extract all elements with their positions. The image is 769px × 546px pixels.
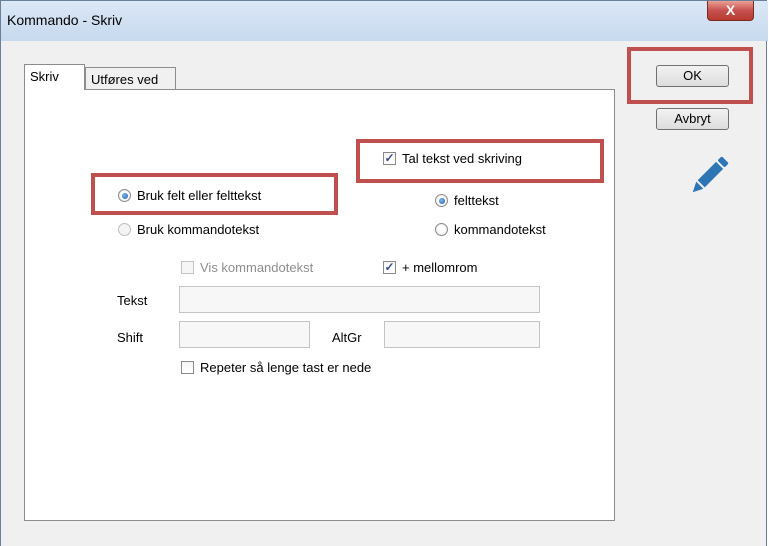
title-bar: Kommando - Skriv X [1, 1, 768, 41]
commandtext-radio[interactable] [435, 223, 448, 236]
text-field-label: Tekst [117, 293, 148, 308]
repeat-checkbox[interactable] [181, 361, 194, 374]
text-input[interactable] [179, 286, 540, 313]
pencil-icon[interactable] [684, 151, 734, 201]
dialog-window: Kommando - Skriv X Skriv Utføres ved ✓ T… [0, 0, 768, 546]
tab-panel: ✓ Tal tekst ved skriving Bruk felt eller… [24, 89, 615, 521]
plus-space-label: + mellomrom [402, 260, 478, 275]
highlight-box-use-field [91, 173, 338, 215]
show-command-label: Vis kommandotekst [200, 260, 314, 275]
plus-space-checkbox[interactable]: ✓ [383, 261, 396, 274]
shift-input[interactable] [179, 321, 310, 348]
close-button[interactable]: X [707, 1, 754, 21]
window-title: Kommando - Skriv [7, 12, 123, 28]
shift-field-label: Shift [117, 330, 144, 345]
highlight-box-ok [627, 47, 753, 104]
tab-utfores-ved[interactable]: Utføres ved [85, 67, 176, 90]
highlight-box-speak-text [356, 139, 604, 183]
tab-utfores-ved-label: Utføres ved [91, 72, 159, 87]
tab-skriv-label: Skriv [30, 69, 59, 84]
repeat-label: Repeter så lenge tast er nede [200, 360, 372, 375]
fieldtext-label: felttekst [454, 193, 499, 208]
cancel-button[interactable]: Avbryt [656, 108, 729, 130]
show-command-checkbox[interactable] [181, 261, 194, 274]
altgr-input[interactable] [384, 321, 540, 348]
tab-skriv[interactable]: Skriv [24, 64, 85, 90]
altgr-field-label: AltGr [332, 330, 362, 345]
fieldtext-radio[interactable] [435, 194, 448, 207]
commandtext-label: kommandotekst [454, 222, 546, 237]
use-command-label: Bruk kommandotekst [137, 222, 260, 237]
use-command-radio[interactable] [118, 223, 131, 236]
